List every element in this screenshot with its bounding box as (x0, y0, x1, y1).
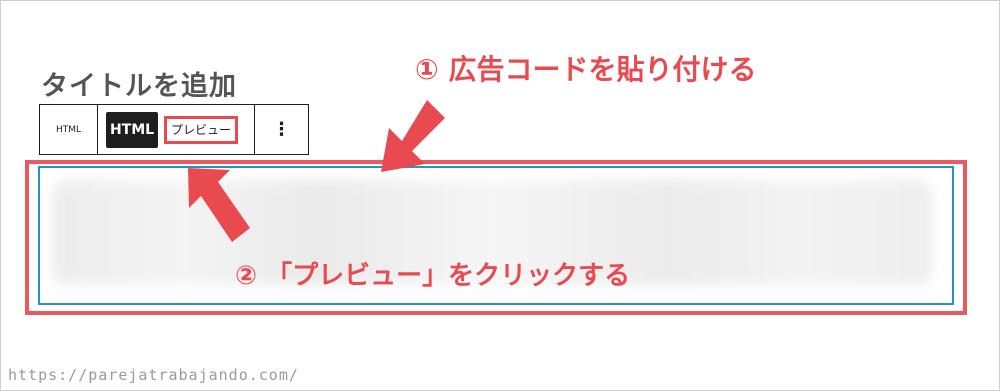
footer-url: https://parejatrabajando.com/ (8, 366, 299, 384)
annotation-step1: ① 広告コードを貼り付ける (415, 53, 757, 86)
annotation-step2: ② 「プレビュー」をクリックする (235, 261, 631, 291)
